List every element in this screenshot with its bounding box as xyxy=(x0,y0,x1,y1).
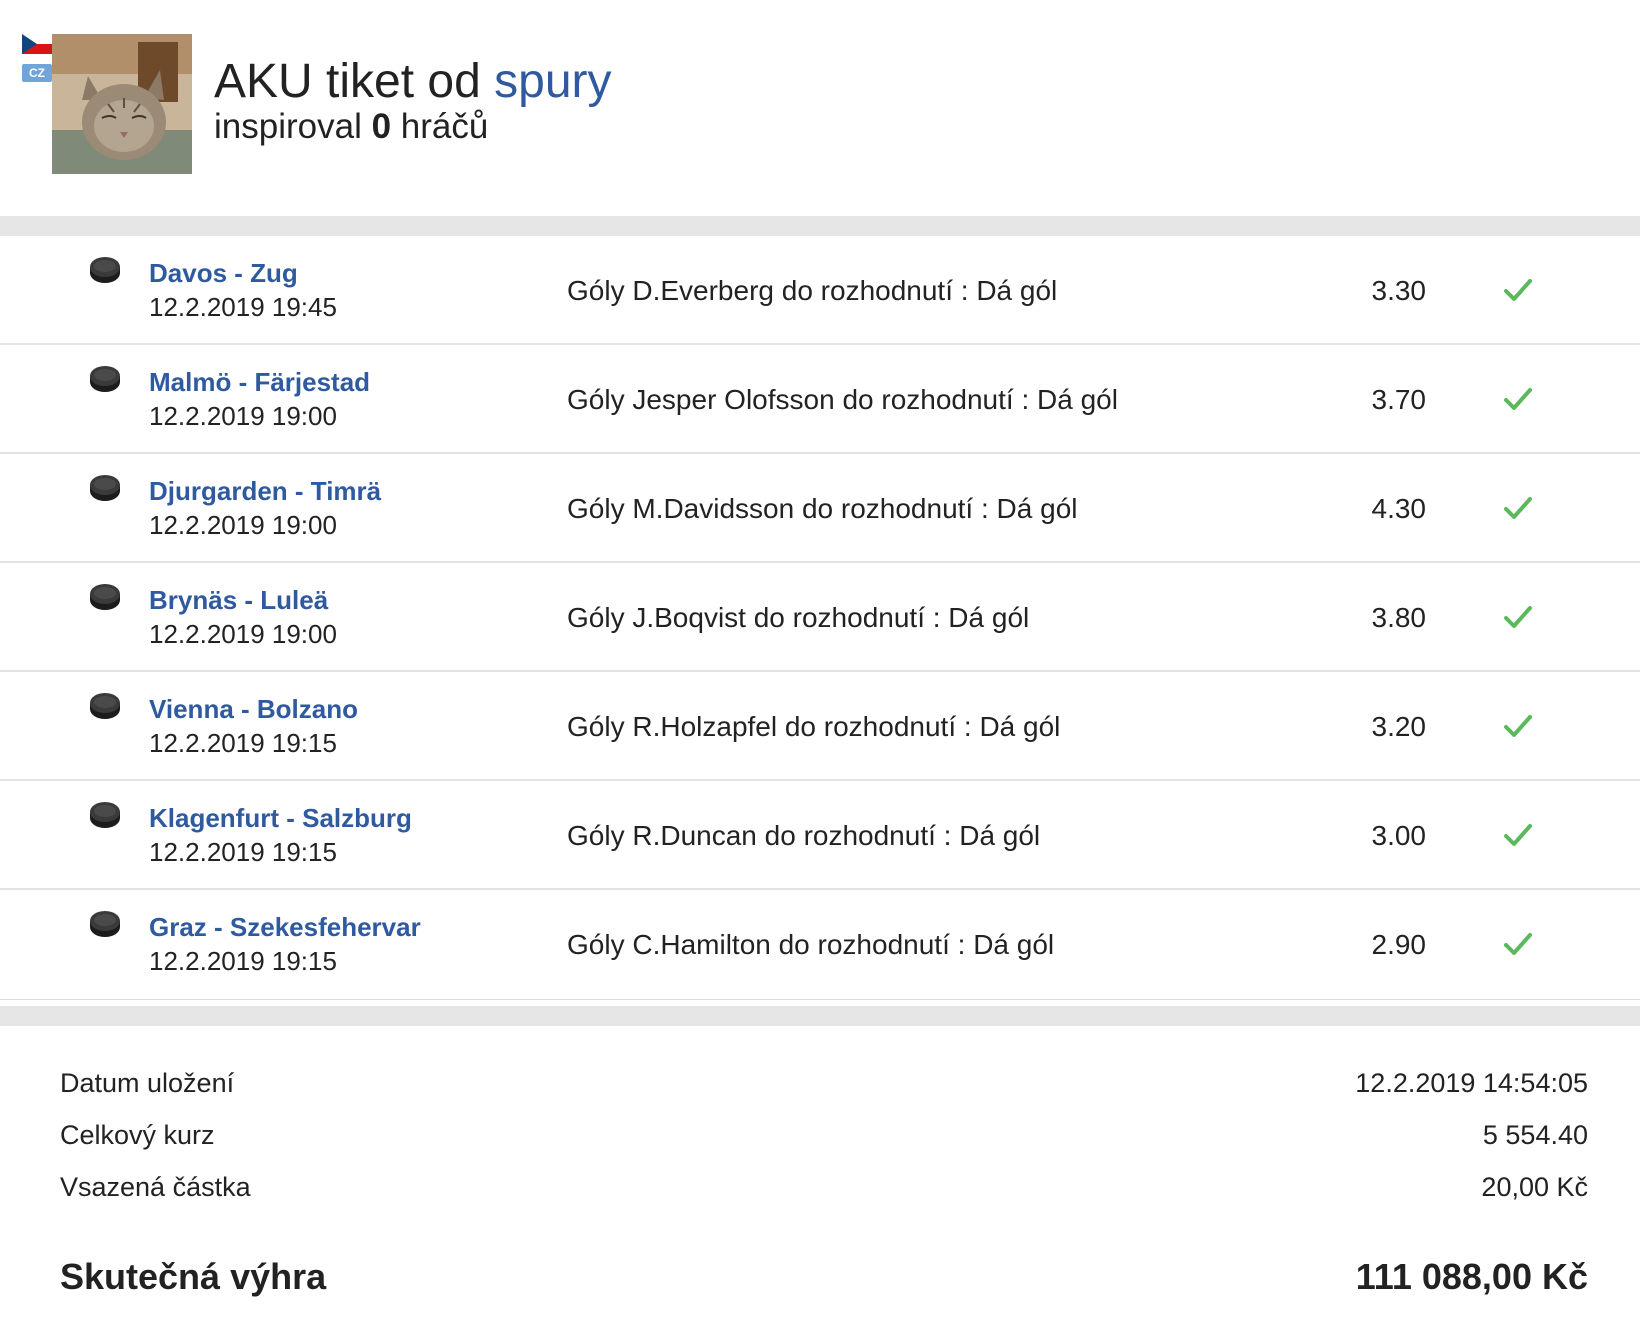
hockey-puck-icon xyxy=(90,257,120,283)
username-link[interactable]: spury xyxy=(494,55,611,108)
match-link[interactable]: Djurgarden - Timrä xyxy=(149,476,381,507)
match-link[interactable]: Klagenfurt - Salzburg xyxy=(149,803,412,834)
bet-odds: 3.30 xyxy=(1371,275,1427,306)
bet-selection: Góly R.Holzapfel do rozhodnutí : Dá gól xyxy=(567,711,1061,742)
czech-flag-icon xyxy=(22,34,52,54)
ticket-title: AKU tiket od spury xyxy=(214,52,612,112)
hockey-puck-icon xyxy=(90,802,120,828)
bet-odds: 3.80 xyxy=(1371,602,1427,633)
inspired-count: inspiroval 0 hráčů xyxy=(214,106,488,148)
saved-date-value: 12.2.2019 14:54:05 xyxy=(1355,1068,1588,1098)
bet-odds: 4.30 xyxy=(1371,493,1427,524)
hockey-puck-icon xyxy=(90,584,120,610)
match-datetime: 12.2.2019 19:00 xyxy=(149,401,337,431)
ticket-summary: Datum uložení 12.2.2019 14:54:05 Celkový… xyxy=(0,1026,1640,1340)
match-datetime: 12.2.2019 19:00 xyxy=(149,510,337,540)
saved-date-label: Datum uložení xyxy=(60,1068,235,1098)
match-link[interactable]: Graz - Szekesfehervar xyxy=(149,912,421,943)
hockey-puck-icon xyxy=(90,366,120,392)
total-odds-label: Celkový kurz xyxy=(60,1120,215,1150)
match-datetime: 12.2.2019 19:15 xyxy=(149,837,337,867)
hockey-puck-icon xyxy=(90,911,120,937)
match-link[interactable]: Vienna - Bolzano xyxy=(149,694,358,725)
match-datetime: 12.2.2019 19:45 xyxy=(149,292,337,322)
check-icon xyxy=(1504,388,1532,410)
actual-win-label: Skutečná výhra xyxy=(60,1256,327,1297)
bet-odds: 3.00 xyxy=(1371,820,1427,851)
bet-list: Davos - Zug 12.2.2019 19:45 Góly D.Everber… xyxy=(0,236,1640,1000)
check-icon xyxy=(1504,824,1532,846)
bet-row: Davos - Zug 12.2.2019 19:45 Góly D.Everber… xyxy=(0,236,1640,345)
match-datetime: 12.2.2019 19:15 xyxy=(149,728,337,758)
inspired-number: 0 xyxy=(371,107,392,146)
bet-row: Vienna - Bolzano 12.2.2019 19:15 Góly R.Ho… xyxy=(0,672,1640,781)
bet-selection: Góly M.Davidsson do rozhodnutí : Dá gól xyxy=(567,493,1078,524)
actual-win-value: 111 088,00 Kč xyxy=(1355,1256,1588,1297)
check-icon xyxy=(1504,279,1532,301)
check-icon xyxy=(1504,606,1532,628)
bet-row: Klagenfurt - Salzburg 12.2.2019 19:15 Góly… xyxy=(0,781,1640,890)
total-odds-value: 5 554.40 xyxy=(1482,1120,1588,1150)
match-datetime: 12.2.2019 19:15 xyxy=(149,946,337,976)
check-icon xyxy=(1504,933,1532,955)
match-datetime: 12.2.2019 19:00 xyxy=(149,619,337,649)
bet-selection: Góly D.Everberg do rozhodnutí : Dá gól xyxy=(567,275,1058,306)
bet-row: Malmö - Färjestad 12.2.2019 19:00 Góly Jes… xyxy=(0,345,1640,454)
bet-row: Graz - Szekesfehervar 12.2.2019 19:15 Góly… xyxy=(0,890,1640,1000)
bet-odds: 3.20 xyxy=(1371,711,1427,742)
bet-odds: 3.70 xyxy=(1371,384,1427,415)
bet-selection: Góly J.Boqvist do rozhodnutí : Dá gól xyxy=(567,602,1030,633)
separator-bottom xyxy=(0,1006,1640,1026)
hockey-puck-icon xyxy=(90,693,120,719)
hockey-puck-icon xyxy=(90,475,120,501)
separator-top xyxy=(0,216,1640,236)
inspired-suffix: hráčů xyxy=(391,107,489,146)
stake-value: 20,00 Kč xyxy=(1481,1172,1588,1202)
country-badge: CZ xyxy=(22,64,52,82)
bet-selection: Góly Jesper Olofsson do rozhodnutí : Dá … xyxy=(567,384,1118,415)
ticket-header: CZ AKU tiket od spury inspiroval 0 hráčů xyxy=(0,0,1640,216)
check-icon xyxy=(1504,715,1532,737)
match-link[interactable]: Davos - Zug xyxy=(149,258,298,289)
match-link[interactable]: Brynäs - Luleä xyxy=(149,585,328,616)
bet-odds: 2.90 xyxy=(1371,929,1427,960)
bet-selection: Góly C.Hamilton do rozhodnutí : Dá gól xyxy=(567,929,1055,960)
bet-row: Djurgarden - Timrä 12.2.2019 19:00 Góly M.… xyxy=(0,454,1640,563)
inspired-prefix: inspiroval xyxy=(214,107,372,146)
title-prefix: AKU tiket od xyxy=(214,55,495,108)
match-link[interactable]: Malmö - Färjestad xyxy=(149,367,370,398)
bet-row: Brynäs - Luleä 12.2.2019 19:00 Góly J.Boqv… xyxy=(0,563,1640,672)
bet-selection: Góly R.Duncan do rozhodnutí : Dá gól xyxy=(567,820,1041,851)
stake-label: Vsazená částka xyxy=(60,1172,251,1202)
user-avatar[interactable] xyxy=(52,34,192,174)
check-icon xyxy=(1504,497,1532,519)
